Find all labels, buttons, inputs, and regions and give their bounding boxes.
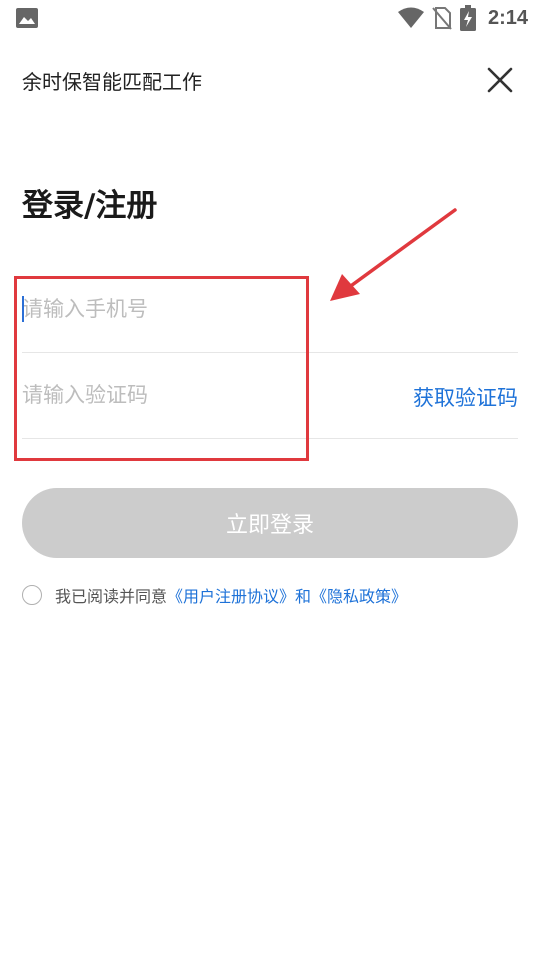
close-icon: [487, 67, 513, 93]
wifi-icon: [397, 7, 424, 28]
page-title: 登录/注册: [22, 188, 158, 224]
agreement-conjunction: 和: [295, 587, 312, 606]
privacy-policy-link[interactable]: 《隐私政策》: [311, 583, 407, 607]
get-code-button[interactable]: 获取验证码: [413, 382, 518, 412]
no-sim-icon: [432, 7, 452, 30]
battery-charging-icon: [459, 5, 476, 31]
login-button[interactable]: 立即登录: [22, 488, 518, 558]
status-bar: 2:14: [0, 0, 540, 36]
status-time: 2:14: [487, 6, 528, 29]
app-title: 余时保智能匹配工作: [22, 70, 202, 94]
gallery-icon: [16, 8, 38, 28]
top-bar: 余时保智能匹配工作: [0, 56, 540, 104]
agreement-prefix: 我已阅读并同意: [55, 587, 168, 606]
close-button[interactable]: [482, 62, 518, 98]
annotation-arrow: [330, 208, 457, 301]
status-icons: 2:14: [397, 4, 528, 32]
annotation-highlight-box: [14, 276, 309, 461]
user-agreement-link[interactable]: 《用户注册协议》: [167, 583, 295, 607]
agreement-row: 我已阅读并同意 《用户注册协议》 和 《隐私政策》: [22, 582, 407, 608]
agree-checkbox[interactable]: [22, 585, 42, 605]
